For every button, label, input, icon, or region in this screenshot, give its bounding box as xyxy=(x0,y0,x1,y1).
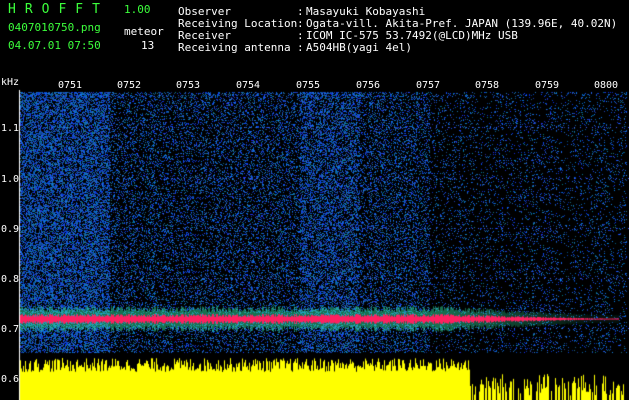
meteor-count: 13 xyxy=(141,39,155,52)
x-tick-label: 0754 xyxy=(236,80,261,91)
colon-separator: : xyxy=(297,41,304,54)
x-tick-label: 0800 xyxy=(594,80,619,91)
x-tick-label: 0752 xyxy=(117,80,142,91)
y-tick-label: 0.8 xyxy=(1,274,20,285)
x-tick-label: 0755 xyxy=(296,80,321,91)
antenna-value: A504HB(yagi 4el) xyxy=(306,41,412,54)
capture-datetime: 04.07.01 07:50 xyxy=(8,39,101,52)
app-version: 1.00 xyxy=(124,3,151,16)
meteor-label: meteor xyxy=(124,25,164,38)
app-brand: HROFFT xyxy=(8,2,109,17)
spectrogram-canvas xyxy=(0,78,629,400)
x-tick-label: 0753 xyxy=(176,80,201,91)
file-name: 0407010750.png xyxy=(8,21,101,34)
y-tick-label: 0.7 xyxy=(1,324,20,335)
antenna-label: Receiving antenna xyxy=(178,41,291,54)
y-tick-label: 0.6 xyxy=(1,374,20,385)
y-tick-label: 0.9 xyxy=(1,224,20,235)
x-tick-label: 0759 xyxy=(535,80,560,91)
spectrogram-panel: kHz 1.1 1.0 0.9 0.8 0.7 0.6 0751 0752 07… xyxy=(0,78,629,400)
y-axis-unit: kHz xyxy=(1,78,20,88)
x-tick-label: 0751 xyxy=(58,80,83,91)
x-tick-label: 0757 xyxy=(416,80,441,91)
header-panel: HROFFT 1.00 0407010750.png 04.07.01 07:5… xyxy=(0,0,629,78)
y-tick-label: 1.0 xyxy=(1,174,20,185)
x-tick-label: 0756 xyxy=(356,80,381,91)
y-tick-label: 1.1 xyxy=(1,123,20,134)
x-tick-label: 0758 xyxy=(475,80,500,91)
